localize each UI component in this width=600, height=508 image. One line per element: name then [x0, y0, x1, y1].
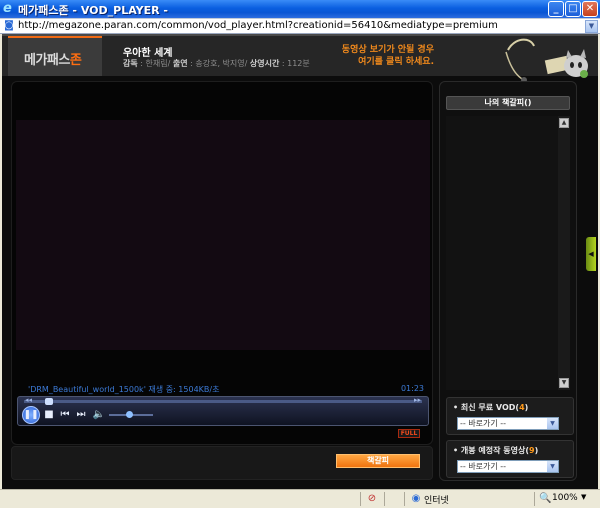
status-divider: [404, 492, 405, 506]
playback-time: 01:23: [400, 384, 424, 393]
cast-value: 송강호, 박지영: [195, 59, 245, 68]
maximize-button[interactable]: □: [565, 1, 581, 17]
volume-thumb[interactable]: [125, 411, 133, 418]
runtime-label: 상영시간: [249, 59, 280, 68]
player-bottom-bar: 책갈피: [11, 446, 433, 480]
cast-label: 출연: [172, 59, 188, 68]
window-title-bar: e 메가패스존 - VOD_PLAYER - _ □ ✕: [0, 0, 600, 18]
runtime-value: 112분: [287, 59, 310, 68]
movie-credits: 감독 : 한재림/ 출연 : 송강호, 박지영/ 상영시간 : 112분: [123, 59, 310, 68]
panel-collapse-tab[interactable]: ◀: [586, 237, 596, 271]
free-vod-label: • 최신 무료 VOD(4): [453, 403, 529, 412]
previous-button[interactable]: ⏮: [60, 408, 70, 422]
free-vod-box: • 최신 무료 VOD(4) -- 바로가기 -- ▼: [446, 397, 574, 435]
page-header: 메가패스존 우아한 세계 감독 : 한재림/ 출연 : 송강호, 박지영/ 상영…: [2, 34, 598, 83]
upcoming-vod-select[interactable]: -- 바로가기 -- ▼: [457, 460, 559, 473]
director-value: 한재림: [145, 59, 168, 68]
ie-logo-icon: e: [3, 1, 12, 16]
status-divider: [360, 492, 361, 506]
video-screen[interactable]: [16, 120, 430, 350]
volume-slider[interactable]: [109, 411, 153, 418]
megapass-zone-logo[interactable]: 메가패스존: [8, 36, 102, 76]
window-title: 메가패스존 - VOD_PLAYER -: [18, 4, 169, 17]
movie-title: 우아한 세계: [123, 48, 173, 59]
chevron-down-icon[interactable]: ▼: [547, 418, 558, 429]
next-button[interactable]: ⏭: [76, 408, 86, 422]
fullscreen-button[interactable]: FULL: [398, 429, 420, 438]
close-button[interactable]: ✕: [582, 1, 598, 17]
player-control-bar: ◂◂ ▸▸ ❚❚ ■ ⏮ ⏭ 🔈: [17, 396, 429, 426]
scroll-down-icon[interactable]: ▼: [559, 378, 569, 388]
chevron-down-icon[interactable]: ▼: [547, 461, 558, 472]
free-vod-select[interactable]: -- 바로가기 -- ▼: [457, 417, 559, 430]
notice-line-1: 동영상 보기가 안될 경우: [341, 45, 434, 55]
playback-file-info: 'DRM_Beautiful_world_1500k' 재생 중: 1504KB…: [28, 385, 220, 394]
status-bar: ⊘ ◉ 인터넷 🔍 100% ▼: [0, 489, 600, 508]
address-dropdown-icon[interactable]: ▼: [585, 20, 598, 33]
internet-zone-icon: ◉: [411, 493, 421, 504]
upcoming-vod-count: 9: [529, 446, 535, 455]
status-divider: [534, 492, 535, 506]
upcoming-vod-box: • 개봉 예정작 동영상(9) -- 바로가기 -- ▼: [446, 440, 574, 478]
scroll-up-icon[interactable]: ▲: [559, 118, 569, 128]
seek-forward-icon[interactable]: ▸▸: [414, 396, 421, 404]
upcoming-vod-label: • 개봉 예정작 동영상(9): [453, 446, 539, 455]
pause-button[interactable]: ❚❚: [22, 406, 40, 424]
upcoming-vod-label-text: 개봉 예정작 동영상: [460, 446, 526, 455]
address-bar[interactable]: ◙ http://megazone.paran.com/common/vod_p…: [0, 18, 600, 34]
notice-line-2: 여기를 클릭 하세요.: [358, 57, 434, 67]
status-divider: [384, 492, 385, 506]
director-label: 감독: [123, 59, 138, 68]
my-bookmarks-title: 나의 책갈피(): [446, 96, 570, 110]
free-vod-count: 4: [519, 403, 525, 412]
zoom-icon[interactable]: 🔍: [539, 493, 551, 505]
playback-help-link[interactable]: 동영상 보기가 안될 경우 여기를 클릭 하세요.: [330, 44, 434, 68]
stop-button[interactable]: ■: [44, 408, 54, 422]
page-viewport: 메가패스존 우아한 세계 감독 : 한재림/ 출연 : 송강호, 박지영/ 상영…: [2, 34, 598, 489]
privacy-icon[interactable]: ⊘: [366, 493, 378, 505]
bookmark-scrollbar[interactable]: ▲ ▼: [558, 116, 570, 390]
free-vod-label-text: 최신 무료 VOD: [460, 403, 516, 412]
security-zone: 인터넷: [424, 496, 449, 506]
video-player-panel: 'DRM_Beautiful_world_1500k' 재생 중: 1504KB…: [11, 81, 433, 445]
minimize-button[interactable]: _: [548, 1, 564, 17]
bookmark-list[interactable]: ▲ ▼: [446, 116, 570, 390]
seek-thumb[interactable]: [45, 398, 54, 405]
mascot-cat-icon: [505, 38, 588, 83]
zoom-level[interactable]: 100%: [552, 493, 578, 503]
logo-accent-text: 존: [69, 53, 82, 68]
volume-icon[interactable]: 🔈: [92, 408, 106, 422]
seek-bar[interactable]: ◂◂ ▸▸: [24, 396, 422, 405]
free-vod-select-value: -- 바로가기 --: [460, 419, 507, 428]
address-url[interactable]: http://megazone.paran.com/common/vod_pla…: [18, 20, 498, 31]
zoom-dropdown-icon[interactable]: ▼: [581, 493, 586, 501]
seek-back-icon[interactable]: ◂◂: [25, 396, 32, 404]
bookmark-button[interactable]: 책갈피: [336, 454, 420, 468]
logo-main-text: 메가패스: [24, 53, 70, 68]
bookmark-panel: 나의 책갈피() ▲ ▼ • 최신 무료 VOD(4) -- 바로가기 -- ▼…: [439, 81, 577, 481]
page-icon: ◙: [4, 20, 14, 31]
upcoming-vod-select-value: -- 바로가기 --: [460, 462, 507, 471]
